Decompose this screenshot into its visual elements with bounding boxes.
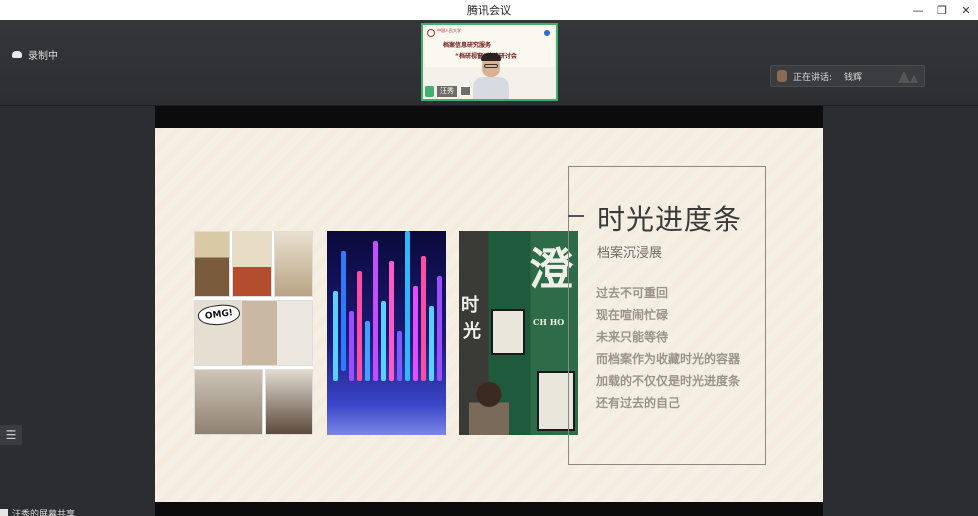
list-item: 未来只能等待 <box>596 330 669 344</box>
minimize-button[interactable]: — <box>912 4 924 17</box>
recording-indicator[interactable]: 录制中 <box>12 47 58 62</box>
badge-icon <box>544 30 550 36</box>
speaking-label: 正在讲话: <box>793 72 833 83</box>
microphone-icon <box>425 85 434 97</box>
avatar <box>777 70 787 82</box>
collage-photo: OMG! <box>194 231 313 435</box>
university-logo-icon <box>427 29 435 37</box>
window-controls: — ❐ ✕ <box>912 0 972 20</box>
tile-footer: 汪秀 <box>425 85 471 97</box>
member-list-icon[interactable]: ☰ <box>0 425 22 445</box>
cloud-record-icon <box>12 51 22 58</box>
list-item: 而档案作为收藏时光的容器 <box>596 352 741 366</box>
slide-bullets: 过去不可重回 现在喧闹忙碌 未来只能等待 而档案作为收藏时光的容器 加载的不仅仅… <box>596 284 740 416</box>
tile-banner-line1: 档案信息研究服务 <box>443 42 492 49</box>
slide-subtitle: 档案沉浸展 <box>597 246 663 261</box>
list-item: 现在喧闹忙碌 <box>596 308 669 322</box>
recording-label: 录制中 <box>28 51 58 62</box>
visitor-figure <box>469 381 509 435</box>
speaker-video-tile[interactable]: 中国人民大学 档案信息研究服务 “档研视窗”策略研讨会 汪秀 <box>421 23 558 101</box>
share-status[interactable]: 汪秀的屏幕共享 <box>0 507 75 516</box>
neon-bars-photo <box>327 231 446 435</box>
title-dash <box>568 215 584 217</box>
screen-share-icon <box>460 86 471 96</box>
restore-button[interactable]: ❐ <box>936 4 948 17</box>
close-button[interactable]: ✕ <box>960 4 972 17</box>
list-item: 还有过去的自己 <box>596 396 681 410</box>
shared-slide: OMG! 澄 CH HO 时 光 时光进度条 档案沉浸展 过去不可重回 现在喧闹… <box>155 128 823 502</box>
screen-icon <box>0 509 8 516</box>
list-item: 过去不可重回 <box>596 286 669 300</box>
tile-org-text: 中国人民大学 <box>437 28 461 33</box>
list-item: 加载的不仅仅是时光进度条 <box>596 374 741 388</box>
slide-title: 时光进度条 <box>597 203 743 236</box>
speaker-name: 汪秀 <box>437 85 457 97</box>
shared-screen-top-border <box>155 106 823 128</box>
window-title: 腾讯会议 <box>467 4 511 17</box>
meeting-topbar: 录制中 中国人民大学 档案信息研究服务 “档研视窗”策略研讨会 汪秀 正在讲话:… <box>0 20 978 106</box>
speaking-name: 钱辉 <box>844 72 863 83</box>
speaker-video <box>473 53 509 99</box>
shared-screen-bottom-border <box>155 502 823 516</box>
share-status-label: 汪秀的屏幕共享 <box>12 509 76 516</box>
window-titlebar: 腾讯会议 — ❐ ✕ <box>0 0 978 20</box>
audio-wave-icon <box>898 71 918 83</box>
speaking-indicator[interactable]: 正在讲话: 钱辉 <box>770 65 925 87</box>
exhibition-photo: 澄 CH HO 时 光 <box>459 231 578 435</box>
